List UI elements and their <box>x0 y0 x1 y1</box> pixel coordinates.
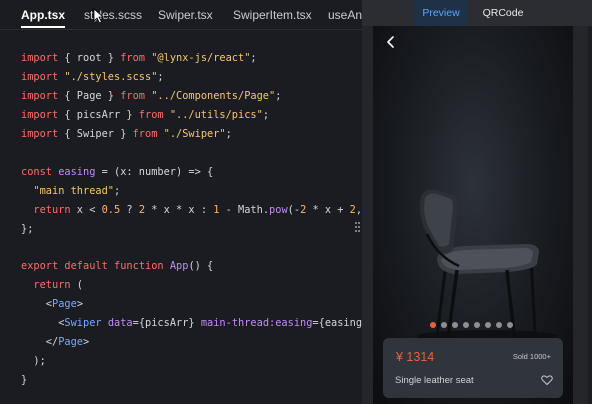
code-line: </Page> <box>21 336 90 348</box>
tab-app-tsx[interactable]: App.tsx <box>21 8 65 22</box>
active-tab-indicator <box>21 26 65 28</box>
code-editor[interactable]: App.tsx styles.scss Swiper.tsx SwiperIte… <box>0 0 362 404</box>
code-line: "main thread"; <box>33 185 121 197</box>
code-line: return ( <box>33 279 84 291</box>
tab-swiper-tsx[interactable]: Swiper.tsx <box>158 8 213 22</box>
code-line: import "./styles.scss"; <box>21 71 164 83</box>
carousel-dot[interactable] <box>485 322 491 328</box>
back-arrow-icon[interactable] <box>383 34 399 50</box>
tab-qrcode[interactable]: QRCode <box>476 0 530 26</box>
tab-useanimation[interactable]: useAn <box>328 8 362 22</box>
code-line: export default function App() { <box>21 260 214 272</box>
device-preview[interactable]: ¥ 1314 Sold 1000+ Single leather seat <box>373 26 573 404</box>
editor-tab-bar: App.tsx styles.scss Swiper.tsx SwiperIte… <box>0 0 362 30</box>
code-line: import { root } from "@lynx-js/react"; <box>21 52 257 64</box>
panel-resize-handle[interactable] <box>355 222 360 232</box>
carousel-dot[interactable] <box>452 322 458 328</box>
product-price: ¥ 1314 <box>396 350 435 364</box>
code-line: } <box>21 374 28 386</box>
tab-preview[interactable]: Preview <box>414 0 468 26</box>
tab-swiperitem-tsx[interactable]: SwiperItem.tsx <box>233 8 312 22</box>
preview-tab-bar: Preview QRCode <box>362 0 592 26</box>
product-name: Single leather seat <box>395 375 474 386</box>
carousel-indicators <box>373 322 573 330</box>
carousel-dot[interactable] <box>463 322 469 328</box>
code-line: import { Page } from "../Components/Page… <box>21 90 282 102</box>
sold-count: Sold 1000+ <box>512 352 551 361</box>
mouse-pointer-icon <box>93 8 105 24</box>
code-line: import { Swiper } from "./Swiper"; <box>21 128 232 140</box>
carousel-dot[interactable] <box>474 322 480 328</box>
code-line: <Page> <box>21 298 84 310</box>
carousel-dot[interactable] <box>507 322 513 328</box>
carousel-dot[interactable] <box>496 322 502 328</box>
code-line: import { picsArr } from "../utils/pics"; <box>21 109 270 121</box>
code-line: }; <box>21 223 34 235</box>
code-line: const easing = (x: number) => { <box>21 166 214 178</box>
carousel-dot[interactable] <box>430 322 436 328</box>
code-line: <Swiper data={picsArr} main-thread:easin… <box>21 317 362 329</box>
favorite-heart-icon[interactable] <box>541 374 553 386</box>
code-line: ); <box>21 355 46 367</box>
code-line: return x < 0.5 ? 2 * x * x : 1 - Math.po… <box>33 204 362 216</box>
preview-panel: Preview QRCode ¥ 1314 Sold 1000+ Single … <box>362 0 592 404</box>
preview-scrollbar[interactable] <box>588 26 592 404</box>
carousel-dot[interactable] <box>441 322 447 328</box>
product-card[interactable]: ¥ 1314 Sold 1000+ Single leather seat <box>383 338 563 398</box>
